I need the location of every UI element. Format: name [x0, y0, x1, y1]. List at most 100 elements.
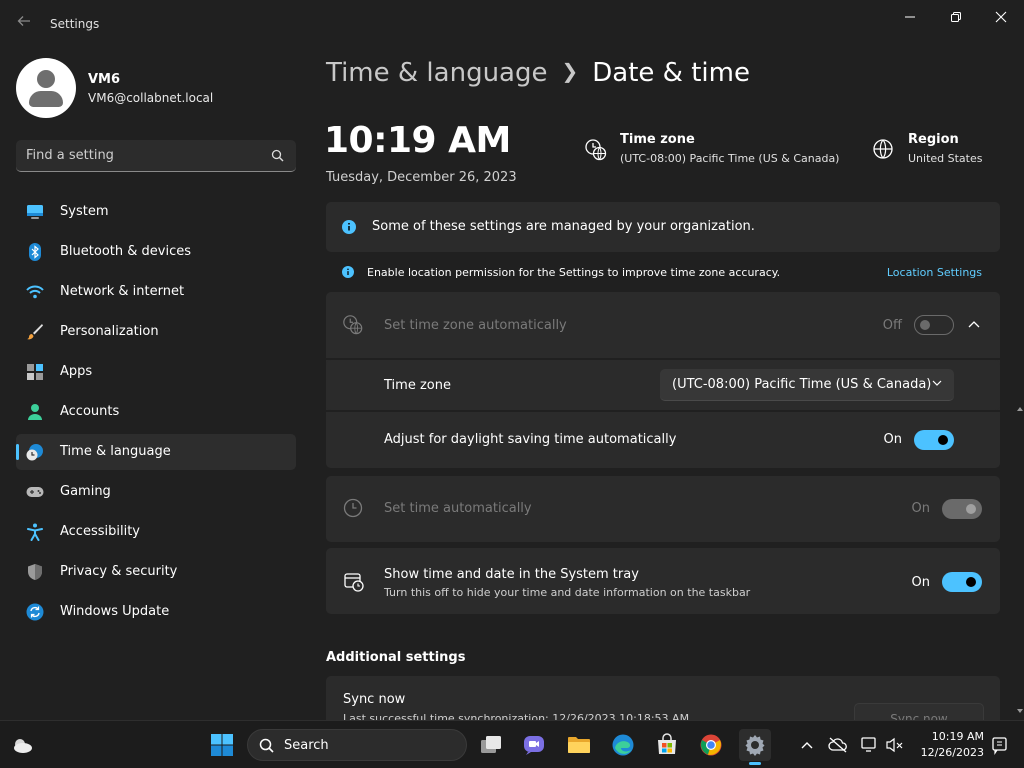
- sync-now-row: Sync now Last successful time synchroniz…: [326, 676, 1000, 720]
- settings-app-button[interactable]: [739, 729, 771, 765]
- daylight-saving-label: Adjust for daylight saving time automati…: [384, 432, 677, 447]
- additional-settings-title: Additional settings: [326, 650, 466, 665]
- file-explorer-button[interactable]: [563, 729, 595, 761]
- region-title: Region: [908, 132, 959, 147]
- sidebar-item-label: Privacy & security: [60, 564, 178, 579]
- apps-icon: [27, 364, 43, 380]
- taskbar-search-label: Search: [284, 738, 329, 753]
- nav-list: System Bluetooth & devices Network & int…: [16, 194, 296, 634]
- weather-icon: [14, 739, 32, 753]
- sidebar-item-personalization[interactable]: Personalization: [16, 314, 296, 350]
- sidebar-item-accounts[interactable]: Accounts: [16, 394, 296, 430]
- daylight-saving-state: On: [883, 432, 902, 447]
- network-display-icon[interactable]: [860, 735, 880, 755]
- chrome-button[interactable]: [695, 729, 727, 761]
- start-button[interactable]: [206, 729, 238, 761]
- user-name: VM6: [88, 72, 121, 87]
- store-icon: [658, 733, 676, 754]
- sidebar-item-time-language[interactable]: Time & language: [16, 434, 296, 470]
- chevron-up-icon[interactable]: [797, 735, 817, 755]
- timezone-title: Time zone: [620, 132, 695, 147]
- chevron-right-icon: ❯: [561, 59, 579, 83]
- notification-bell-icon[interactable]: [990, 735, 1010, 755]
- back-button[interactable]: [14, 14, 34, 34]
- timezone-dropdown[interactable]: (UTC-08:00) Pacific Time (US & Canada): [660, 369, 954, 401]
- auto-time-label: Set time automatically: [384, 501, 532, 516]
- sync-now-button[interactable]: Sync now: [854, 703, 984, 720]
- timezone-dropdown-value: (UTC-08:00) Pacific Time (US & Canada): [672, 377, 932, 392]
- current-time: 10:19 AM: [324, 120, 511, 161]
- chevron-up-icon[interactable]: [968, 320, 980, 328]
- gamepad-icon: [26, 487, 44, 497]
- weather-widget[interactable]: [6, 729, 38, 761]
- taskbar-clock[interactable]: 10:19 AM 12/26/2023: [914, 729, 984, 761]
- search-box[interactable]: [16, 140, 296, 172]
- sidebar: VM6 VM6@collabnet.local System Bluetooth…: [0, 48, 310, 720]
- sidebar-item-gaming[interactable]: Gaming: [16, 474, 296, 510]
- cloud-offline-icon[interactable]: [828, 735, 848, 755]
- system-tray-toggle[interactable]: [942, 572, 982, 592]
- accessibility-icon: [27, 523, 43, 541]
- scroll-down-arrow-icon[interactable]: [1017, 708, 1023, 714]
- avatar-body-shape: [29, 91, 63, 107]
- wifi-icon: [26, 285, 44, 299]
- sidebar-item-apps[interactable]: Apps: [16, 354, 296, 390]
- search-icon: [259, 738, 274, 753]
- chrome-browser-icon: [700, 734, 722, 756]
- teams-chat-icon: [524, 736, 544, 755]
- paintbrush-icon: [27, 324, 43, 340]
- auto-timezone-toggle[interactable]: [914, 315, 954, 335]
- scrollbar[interactable]: [1016, 48, 1024, 720]
- region-value: United States: [908, 152, 983, 165]
- arrow-left-icon: [17, 16, 30, 26]
- toggle-knob: [966, 504, 976, 514]
- edge-browser-icon: [612, 734, 634, 756]
- shield-icon: [28, 564, 42, 580]
- sidebar-item-accessibility[interactable]: Accessibility: [16, 514, 296, 550]
- main-content: Time & language ❯ Date & time 10:19 AM Tue…: [310, 48, 1024, 720]
- timezone-value: (UTC-08:00) Pacific Time (US & Canada): [620, 152, 840, 165]
- close-icon: [995, 11, 1007, 23]
- avatar[interactable]: [16, 58, 76, 118]
- store-button[interactable]: [651, 729, 683, 761]
- scroll-up-arrow-icon[interactable]: [1017, 406, 1023, 412]
- sidebar-item-system[interactable]: System: [16, 194, 296, 230]
- active-indicator: [16, 444, 19, 460]
- daylight-saving-toggle[interactable]: [914, 430, 954, 450]
- daylight-saving-row: Adjust for daylight saving time automati…: [326, 412, 1000, 468]
- sidebar-item-privacy-security[interactable]: Privacy & security: [16, 554, 296, 590]
- clock-icon: [343, 498, 363, 518]
- app-title: Settings: [50, 17, 100, 31]
- system-icon: [27, 205, 43, 219]
- search-input[interactable]: [26, 140, 266, 171]
- accounts-icon: [28, 404, 42, 420]
- auto-time-row: Set time automatically On: [326, 476, 1000, 542]
- system-tray-row: Show time and date in the System tray Tu…: [326, 548, 1000, 614]
- info-icon: [342, 220, 356, 234]
- globe-clock-icon: [343, 315, 363, 335]
- sidebar-item-network[interactable]: Network & internet: [16, 274, 296, 310]
- teams-button[interactable]: [518, 729, 550, 761]
- sidebar-item-windows-update[interactable]: Windows Update: [16, 594, 296, 630]
- volume-muted-icon[interactable]: [885, 735, 905, 755]
- breadcrumb-parent[interactable]: Time & language: [326, 58, 547, 88]
- task-view-button[interactable]: [475, 729, 507, 761]
- sidebar-item-label: Network & internet: [60, 284, 185, 299]
- user-email: VM6@collabnet.local: [88, 91, 214, 105]
- windows-logo-icon: [211, 734, 233, 756]
- edge-button[interactable]: [607, 729, 639, 761]
- maximize-button[interactable]: [933, 6, 979, 28]
- sidebar-item-label: Gaming: [60, 484, 111, 499]
- location-settings-link[interactable]: Location Settings: [887, 266, 982, 279]
- page-title: Date & time: [592, 58, 750, 88]
- system-tray-state: On: [911, 575, 930, 590]
- minimize-button[interactable]: [887, 6, 933, 28]
- auto-time-state: On: [911, 501, 930, 516]
- time-language-icon: [26, 444, 43, 461]
- title-bar: Settings: [0, 0, 1024, 48]
- close-button[interactable]: [978, 6, 1024, 28]
- taskbar-search[interactable]: Search: [247, 729, 467, 761]
- sidebar-item-bluetooth-devices[interactable]: Bluetooth & devices: [16, 234, 296, 270]
- auto-time-toggle[interactable]: [942, 499, 982, 519]
- managed-notice: Some of these settings are managed by yo…: [326, 202, 1000, 252]
